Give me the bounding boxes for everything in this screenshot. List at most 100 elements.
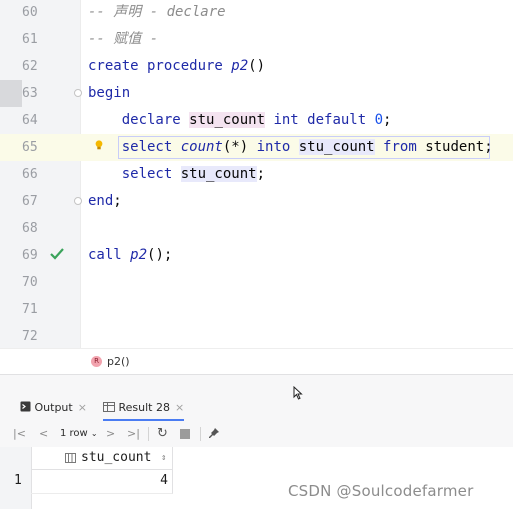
breadcrumb: R p2() [0, 348, 513, 375]
code-token: ; [383, 112, 392, 128]
code-text[interactable]: begin [88, 80, 130, 107]
code-line[interactable]: 61 -- 赋值 - [0, 26, 513, 53]
code-token: from [374, 139, 426, 155]
services-tabs: Output × Result 28 × [0, 394, 513, 422]
code-line[interactable]: 72 [0, 323, 513, 350]
tab-result[interactable]: Result 28 × [103, 394, 185, 421]
routine-badge-icon: R [91, 356, 102, 367]
code-token: stu_count [189, 112, 266, 128]
code-token: int default [265, 112, 375, 128]
watermark: CSDN @Soulcodefarmer [288, 482, 474, 500]
code-text[interactable]: end; [88, 188, 122, 215]
breadcrumb-label[interactable]: p2() [107, 355, 130, 368]
stop-icon[interactable] [180, 429, 190, 439]
chevron-down-icon: ⌄ [90, 429, 98, 438]
row-count-dropdown[interactable]: 1 row ⌄ [60, 421, 98, 447]
line-number[interactable]: 64 [22, 107, 46, 134]
mouse-cursor-icon [293, 386, 303, 400]
code-text[interactable]: declare stu_count int default 0; [88, 107, 391, 134]
code-token: 0 [374, 112, 384, 128]
tab-output-label: Output [34, 401, 73, 414]
code-text[interactable]: call p2(); [88, 242, 172, 269]
code-token: select [88, 166, 181, 182]
prev-page-icon[interactable]: < [39, 421, 48, 447]
line-number[interactable]: 69 [22, 242, 46, 269]
code-token: declare [88, 112, 190, 128]
line-number[interactable]: 67 [22, 188, 46, 215]
code-token: begin [88, 85, 131, 101]
code-token: stu_count [180, 166, 257, 182]
code-line[interactable]: 66 select stu_count; [0, 161, 513, 188]
code-text[interactable]: -- 赋值 - [88, 26, 158, 53]
column-icon [65, 453, 76, 463]
code-text[interactable]: -- 声明 - declare [88, 0, 226, 26]
refresh-icon[interactable]: ↻ [157, 421, 168, 447]
output-icon [20, 401, 31, 412]
row-number: 1 [14, 473, 22, 488]
table-cell[interactable]: 4 [31, 469, 173, 494]
code-line[interactable]: 63 begin [0, 80, 513, 107]
lightbulb-icon[interactable] [94, 140, 104, 151]
result-toolbar: |< < 1 row ⌄ > >| ↻ [0, 421, 513, 448]
code-token: p2 [231, 58, 249, 74]
code-token: student; [425, 139, 493, 155]
panel-divider[interactable] [0, 374, 513, 395]
column-header-label: stu_count [81, 450, 152, 465]
sort-icon[interactable]: ⇕ [161, 448, 166, 468]
code-token: (*) [222, 139, 257, 155]
line-number[interactable]: 60 [22, 0, 46, 26]
row-count-label: 1 row [60, 428, 88, 439]
code-line[interactable]: 60 -- 声明 - declare [0, 0, 513, 26]
code-line[interactable]: 65 select count(*) into stu_count from s… [0, 134, 513, 161]
line-number[interactable]: 65 [22, 134, 46, 161]
line-number[interactable]: 66 [22, 161, 46, 188]
tab-result-label: Result 28 [118, 401, 170, 414]
code-line[interactable]: 71 [0, 296, 513, 323]
tab-output[interactable]: Output × [20, 394, 87, 421]
code-token: into [256, 139, 299, 155]
last-page-icon[interactable]: >| [127, 421, 140, 447]
code-token: count [180, 139, 223, 155]
next-page-icon[interactable]: > [106, 421, 115, 447]
line-number[interactable]: 72 [22, 323, 46, 350]
pin-icon[interactable] [208, 421, 220, 447]
first-page-icon[interactable]: |< [13, 421, 26, 447]
success-check-icon [50, 248, 64, 260]
code-line[interactable]: 62 create procedure p2() [0, 53, 513, 80]
close-icon[interactable]: × [78, 401, 87, 414]
toolbar-separator [200, 427, 201, 441]
table-icon [103, 402, 115, 412]
line-number[interactable]: 62 [22, 53, 46, 80]
line-number[interactable]: 71 [22, 296, 46, 323]
line-number[interactable]: 61 [22, 26, 46, 53]
code-editor[interactable]: 60 -- 声明 - declare 61 -- 赋值 - 62 create proce… [0, 0, 513, 348]
code-token: ; [113, 193, 122, 209]
close-icon[interactable]: × [175, 401, 184, 414]
code-line[interactable]: 69 call p2(); [0, 242, 513, 269]
code-token: ; [256, 166, 266, 182]
line-number[interactable]: 68 [22, 215, 46, 242]
code-text[interactable]: select stu_count; [88, 161, 265, 188]
code-token: (); [147, 247, 173, 263]
code-text[interactable]: create procedure p2() [88, 53, 265, 80]
code-line[interactable]: 64 declare stu_count int default 0; [0, 107, 513, 134]
code-text[interactable]: select count(*) into stu_count from stud… [88, 134, 493, 161]
code-token: () [248, 58, 266, 74]
code-token: create procedure [88, 58, 232, 74]
code-token: stu_count [298, 139, 375, 155]
code-token: end [88, 193, 114, 209]
code-line[interactable]: 70 [0, 269, 513, 296]
toolbar-separator [148, 427, 149, 441]
code-token: p2 [130, 247, 148, 263]
line-number[interactable]: 63 [22, 80, 46, 107]
fold-marker-icon[interactable] [74, 197, 82, 205]
code-line[interactable]: 68 [0, 215, 513, 242]
cell-value: 4 [160, 473, 168, 488]
code-token: -- 声明 - declare [88, 4, 226, 20]
code-line[interactable]: 67 end; [0, 188, 513, 215]
code-token: call [88, 247, 131, 263]
fold-marker-icon[interactable] [74, 89, 82, 97]
code-token: -- 赋值 - [88, 31, 159, 47]
column-header[interactable]: stu_count ⇕ [31, 447, 173, 470]
line-number[interactable]: 70 [22, 269, 46, 296]
